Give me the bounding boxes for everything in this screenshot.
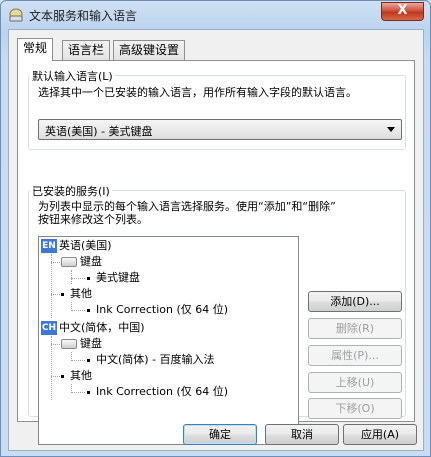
language-badge-icon: EN	[41, 239, 57, 253]
general-tab-panel: 默认输入语言(L) 选择其中一个已安装的输入语言，用作所有输入字段的默认语言。 …	[17, 60, 415, 445]
chevron-down-icon	[387, 127, 395, 132]
installed-services-group-label: 已安装的服务(I)	[30, 183, 112, 199]
tree-item-label: Ink Correction (仅 64 位)	[96, 385, 229, 398]
apply-button-label: 应用(A)	[360, 428, 400, 441]
close-icon: X	[397, 3, 408, 18]
cancel-button[interactable]: 取消	[265, 424, 339, 445]
properties-button[interactable]: 属性(P)...	[308, 345, 402, 366]
tab-language-bar[interactable]: 语言栏	[62, 40, 111, 60]
bullet-icon	[87, 390, 90, 394]
tab-advanced-key-settings[interactable]: 高级键设置	[113, 40, 186, 60]
tab-label: 语言栏	[68, 43, 105, 57]
tree-category-label: 键盘	[80, 255, 102, 268]
bullet-icon	[61, 292, 64, 296]
dialog-body: 常规 语言栏 高级键设置 默认输入语言(L) 选择其中一个已安装的输入语言，用作…	[8, 29, 424, 451]
tree-item-label: 美式键盘	[96, 271, 140, 284]
add-button-label: 添加(D)...	[330, 295, 380, 308]
tree-category-label: 其他	[70, 287, 92, 300]
properties-button-label: 属性(P)...	[331, 349, 379, 362]
close-button[interactable]: X	[381, 2, 424, 21]
tree-item-baidu-ime[interactable]: 中文(简体) - 百度输入法	[87, 352, 215, 368]
move-down-button-label: 下移(O)	[335, 402, 375, 415]
dialog-window: 文本服务和输入语言 X 常规 语言栏 高级键设置 默认输入语言(L) 选择其中一…	[0, 0, 431, 457]
language-badge-icon: CH	[41, 321, 57, 335]
default-language-description: 选择其中一个已安装的输入语言，用作所有输入字段的默认语言。	[38, 86, 357, 99]
tree-category-other[interactable]: 其他	[61, 368, 92, 384]
tab-label: 常规	[23, 41, 48, 55]
tree-language-label: 中文(简体，中国)	[59, 321, 145, 334]
keyboard-icon	[61, 257, 77, 267]
tree-item-us-keyboard[interactable]: 美式键盘	[87, 270, 140, 286]
tree-language-english-us[interactable]: EN 英语(美国)	[41, 238, 112, 254]
default-language-group-label: 默认输入语言(L)	[30, 68, 115, 84]
tree-category-label: 其他	[70, 369, 92, 382]
tree-category-keyboard[interactable]: 键盘	[61, 336, 102, 352]
tab-label: 高级键设置	[119, 43, 180, 57]
tree-category-label: 键盘	[80, 337, 102, 350]
ok-button-label: 确定	[209, 428, 231, 441]
apply-button[interactable]: 应用(A)	[343, 424, 417, 445]
remove-button[interactable]: 删除(R)	[308, 318, 402, 339]
move-up-button[interactable]: 上移(U)	[308, 372, 402, 393]
move-down-button[interactable]: 下移(O)	[308, 398, 402, 419]
ok-button[interactable]: 确定	[183, 424, 257, 445]
remove-button-label: 删除(R)	[335, 322, 375, 335]
default-language-select[interactable]: 英语(美国) - 美式键盘	[38, 119, 402, 140]
bullet-icon	[87, 276, 90, 280]
bullet-icon	[87, 358, 90, 362]
installed-services-description-line2: 按钮来修改这个列表。	[38, 213, 148, 226]
tree-item-label: Ink Correction (仅 64 位)	[96, 303, 229, 316]
move-up-button-label: 上移(U)	[335, 376, 375, 389]
title-bar[interactable]: 文本服务和输入语言 X	[1, 1, 430, 29]
tree-item-ink-correction[interactable]: Ink Correction (仅 64 位)	[87, 384, 228, 400]
add-button[interactable]: 添加(D)...	[308, 291, 402, 312]
cancel-button-label: 取消	[291, 428, 313, 441]
bullet-icon	[61, 374, 64, 378]
tree-category-other[interactable]: 其他	[61, 286, 92, 302]
tree-item-label: 中文(简体) - 百度输入法	[96, 353, 215, 366]
default-language-value: 英语(美国) - 美式键盘	[45, 125, 153, 138]
bullet-icon	[87, 308, 90, 312]
tree-item-ink-correction[interactable]: Ink Correction (仅 64 位)	[87, 302, 228, 318]
tree-category-keyboard[interactable]: 键盘	[61, 254, 102, 270]
window-title: 文本服务和输入语言	[29, 9, 138, 23]
tab-general[interactable]: 常规	[17, 38, 54, 61]
keyboard-icon	[61, 339, 77, 349]
services-tree[interactable]: EN 英语(美国) 键盘 美式键盘 其他 Ink Correction (仅 64…	[38, 236, 299, 445]
keyboard-globe-icon	[9, 8, 23, 22]
tree-language-label: 英语(美国)	[59, 239, 112, 252]
tree-language-chinese-simplified[interactable]: CH 中文(简体，中国)	[41, 320, 145, 336]
